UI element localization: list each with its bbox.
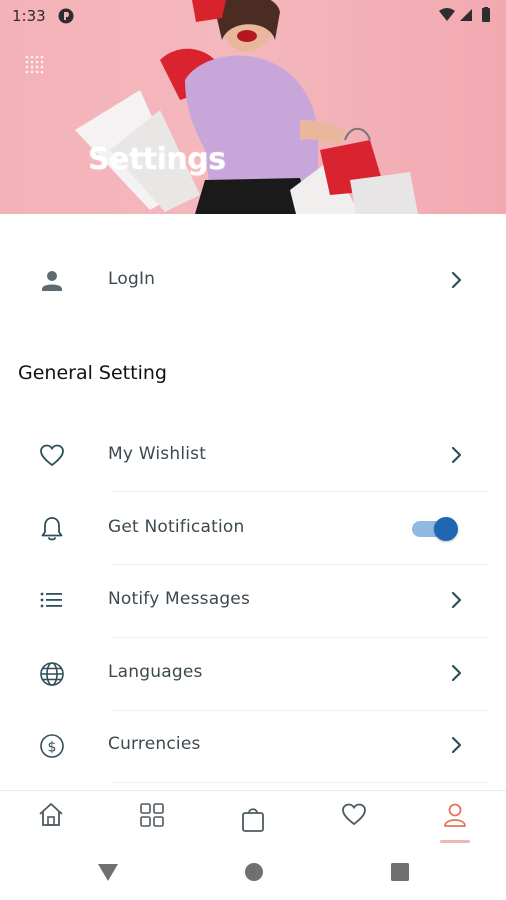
settings-item-label: Notify Messages xyxy=(108,589,251,609)
active-tab-indicator xyxy=(440,840,470,843)
globe-icon xyxy=(40,662,64,686)
home-icon xyxy=(39,803,63,826)
list-icon xyxy=(40,592,62,608)
home-circle-icon xyxy=(245,863,263,881)
back-triangle-icon xyxy=(98,864,118,881)
login-row[interactable]: LogIn xyxy=(0,248,506,312)
settings-item-label: Get Notification xyxy=(108,517,245,537)
notification-toggle[interactable] xyxy=(412,517,458,541)
chevron-right-icon xyxy=(451,591,462,609)
user-icon xyxy=(42,271,62,291)
banner-photo xyxy=(75,0,418,214)
user-icon xyxy=(444,803,466,827)
tab-home[interactable] xyxy=(0,791,101,845)
status-bar: 1:33 xyxy=(0,0,506,32)
settings-item-currencies[interactable]: $ Currencies xyxy=(0,713,506,777)
divider xyxy=(112,710,488,711)
heart-icon xyxy=(40,444,64,467)
tab-cart[interactable] xyxy=(202,791,303,845)
home-button[interactable] xyxy=(244,862,264,886)
chevron-right-icon xyxy=(451,446,462,464)
back-button[interactable] xyxy=(97,862,119,886)
tab-wishlist[interactable] xyxy=(303,791,404,845)
system-navigation-bar xyxy=(0,844,506,900)
login-label: LogIn xyxy=(108,269,156,289)
svg-text:$: $ xyxy=(48,740,57,756)
bottom-tab-bar xyxy=(0,790,506,844)
settings-item-languages[interactable]: Languages xyxy=(0,641,506,705)
dollar-icon: $ xyxy=(40,734,64,758)
recents-square-icon xyxy=(391,863,409,881)
divider xyxy=(112,564,488,565)
system-status-icons xyxy=(439,7,490,22)
divider xyxy=(112,637,488,638)
app-notification-icon xyxy=(58,8,74,24)
settings-item-label: Languages xyxy=(108,662,203,682)
chevron-right-icon xyxy=(451,736,462,754)
settings-item-label: My Wishlist xyxy=(108,444,207,464)
divider xyxy=(112,491,488,492)
heart-icon xyxy=(342,803,366,826)
bell-icon xyxy=(41,517,63,541)
tab-account[interactable] xyxy=(404,791,505,845)
toggle-knob xyxy=(434,517,458,541)
section-title: General Setting xyxy=(18,362,167,384)
divider xyxy=(112,782,488,783)
settings-item-wishlist[interactable]: My Wishlist xyxy=(0,423,506,487)
recents-button[interactable] xyxy=(390,862,410,886)
bag-icon xyxy=(242,808,264,832)
decorative-dots-icon xyxy=(25,55,44,74)
chevron-right-icon xyxy=(451,271,462,289)
chevron-right-icon xyxy=(451,664,462,682)
settings-item-label: Currencies xyxy=(108,734,201,754)
page-title: Settings xyxy=(88,142,226,177)
grid-icon xyxy=(140,803,164,827)
settings-item-notify-messages[interactable]: Notify Messages xyxy=(0,568,506,632)
header-banner: Settings xyxy=(0,0,506,214)
tab-categories[interactable] xyxy=(101,791,202,845)
status-time: 1:33 xyxy=(12,7,46,25)
